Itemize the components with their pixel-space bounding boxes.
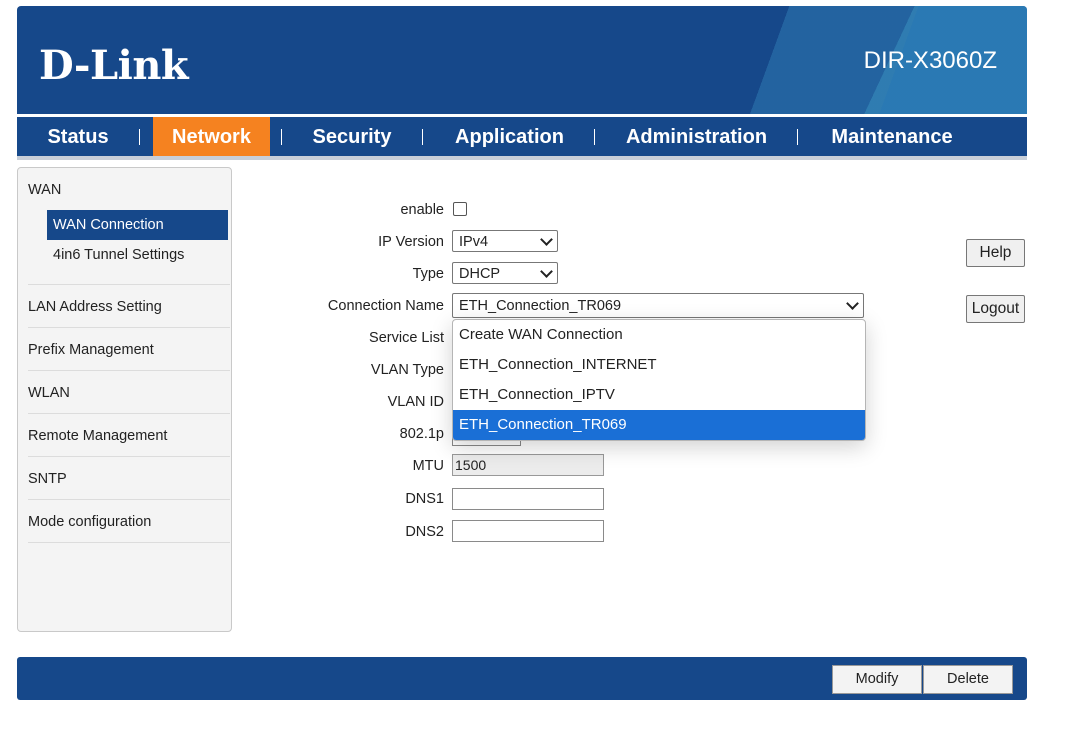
sidebar-item-lan-address[interactable]: LAN Address Setting [28, 299, 230, 315]
sidebar-item-4in6-tunnel[interactable]: 4in6 Tunnel Settings [47, 240, 228, 270]
vlan-id-label: VLAN ID [387, 394, 444, 410]
dns2-field[interactable] [452, 520, 604, 542]
sidebar: WAN WAN Connection 4in6 Tunnel Settings … [17, 167, 232, 632]
sidebar-divider [28, 542, 230, 543]
header-banner: D-Link DIR-X3060Z [17, 6, 1027, 114]
nav-separator [281, 129, 282, 145]
chevron-down-icon [846, 297, 859, 310]
modify-button[interactable]: Modify [832, 665, 922, 694]
dropdown-option-internet[interactable]: ETH_Connection_INTERNET [453, 350, 865, 380]
connection-name-label: Connection Name [327, 298, 444, 314]
sidebar-divider [28, 327, 230, 328]
chevron-down-icon [540, 265, 553, 278]
8021p-label: 802.1p [399, 426, 444, 442]
ip-version-label: IP Version [378, 234, 444, 250]
nav-separator [797, 129, 798, 145]
mtu-field[interactable]: 1500 [452, 454, 604, 476]
sidebar-item-wan[interactable]: WAN [28, 182, 230, 198]
sidebar-item-sntp[interactable]: SNTP [28, 471, 230, 487]
nav-tab-administration[interactable]: Administration [609, 117, 784, 156]
dropdown-option-iptv[interactable]: ETH_Connection_IPTV [453, 380, 865, 410]
connection-name-dropdown: Create WAN Connection ETH_Connection_INT… [452, 319, 866, 441]
main-nav: Status Network Security Application Admi… [17, 117, 1027, 160]
logout-button[interactable]: Logout [966, 295, 1025, 323]
type-value: DHCP [459, 266, 501, 282]
sidebar-item-prefix-management[interactable]: Prefix Management [28, 342, 230, 358]
sidebar-divider [28, 499, 230, 500]
nav-separator [139, 129, 140, 145]
type-label: Type [412, 266, 444, 282]
dns2-label: DNS2 [405, 524, 444, 540]
dropdown-option-tr069[interactable]: ETH_Connection_TR069 [453, 410, 865, 440]
connection-name-select[interactable]: ETH_Connection_TR069 [452, 293, 864, 318]
nav-tab-maintenance[interactable]: Maintenance [812, 117, 972, 156]
nav-tab-status[interactable]: Status [17, 117, 139, 156]
ip-version-value: IPv4 [459, 234, 489, 250]
sidebar-item-wan-connection[interactable]: WAN Connection [47, 210, 228, 240]
dns1-field[interactable] [452, 488, 604, 510]
connection-name-value: ETH_Connection_TR069 [459, 298, 622, 314]
sidebar-divider [28, 370, 230, 371]
nav-separator [422, 129, 423, 145]
vlan-type-label: VLAN Type [370, 362, 444, 378]
dlink-logo: D-Link [39, 42, 189, 89]
delete-button[interactable]: Delete [923, 665, 1013, 694]
chevron-down-icon [540, 233, 553, 246]
sidebar-divider [28, 284, 230, 285]
mtu-label: MTU [412, 458, 444, 474]
enable-label: enable [400, 202, 444, 218]
model-name: DIR-X3060Z [863, 47, 997, 74]
footer-bar: Modify Delete [17, 657, 1027, 700]
nav-separator [594, 129, 595, 145]
service-list-label: Service List [369, 330, 444, 346]
ip-version-select[interactable]: IPv4 [452, 230, 558, 252]
nav-tab-application[interactable]: Application [437, 117, 582, 156]
nav-tab-security[interactable]: Security [297, 117, 407, 156]
sidebar-item-wlan[interactable]: WLAN [28, 385, 230, 401]
sidebar-divider [28, 456, 230, 457]
sidebar-item-remote-management[interactable]: Remote Management [28, 428, 230, 444]
sidebar-item-mode-configuration[interactable]: Mode configuration [28, 514, 230, 530]
dns1-label: DNS1 [405, 491, 444, 507]
nav-tab-network[interactable]: Network [153, 117, 270, 156]
enable-checkbox[interactable] [453, 202, 467, 216]
help-button[interactable]: Help [966, 239, 1025, 267]
sidebar-divider [28, 413, 230, 414]
type-select[interactable]: DHCP [452, 262, 558, 284]
dropdown-option-create[interactable]: Create WAN Connection [453, 320, 865, 350]
